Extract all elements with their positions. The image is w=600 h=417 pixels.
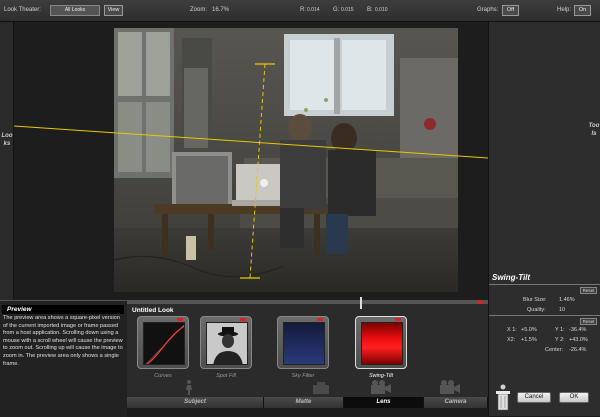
sky-filter-icon [283,322,325,365]
look-indicator [477,301,483,304]
x2-label: X2: [507,337,516,343]
quality-value[interactable]: 10 [559,307,565,313]
look-builder: Untitled Look Curves Spot Fill Sky Filte… [127,297,488,417]
tool-thumb-curves[interactable] [137,316,189,369]
g-label: G: [333,7,340,13]
y2-value[interactable]: +43.0% [569,337,588,343]
divider [489,284,600,285]
b-label: B: [367,7,373,13]
view-button[interactable]: View [104,5,123,16]
tool-category-tabs: Subject Matte Lens Camera [127,397,488,408]
tool-parameters-panel: Tools Swing-Tilt Reset Blur Size: 1.46% … [488,22,600,416]
look-title[interactable]: Untitled Look [132,307,174,314]
quality-label: Quality: [527,307,546,313]
y1-label: Y 1: [555,327,565,333]
center-label: Center: [545,347,564,353]
tool-active-dot [240,318,246,321]
r-value: 0.014 [307,7,320,13]
tool-thumb-sky-filter[interactable] [277,316,329,369]
help-text: The preview area shows a square-pixel ve… [3,315,123,367]
tool-thumb-spot-fill[interactable] [200,316,252,369]
timeline-marker[interactable] [360,297,362,309]
y1-value[interactable]: -36.4% [569,327,586,333]
graphs-toggle[interactable]: Off [502,5,519,16]
preview-area[interactable] [14,22,488,300]
tool-label: Sky Filter [291,373,315,379]
help-label: Help: [557,7,572,13]
subject-icon [186,380,192,395]
tool-active-dot [177,318,183,321]
r-label: R: [300,7,306,13]
help-title: Preview [2,305,124,314]
tool-active-dot [395,318,401,321]
reset-blur-button[interactable]: Reset [580,287,597,294]
help-panel: Preview The preview area shows a square-… [0,300,127,417]
zoom-value: 16.7% [212,7,230,13]
help-toggle[interactable]: On [574,5,591,16]
tab-camera[interactable]: Camera [424,397,488,408]
reset-position-button[interactable]: Reset [580,318,597,325]
x1-label: X 1: [507,327,517,333]
lens-icon [371,380,391,394]
camera-icon [440,380,460,394]
swing-tilt-overlay[interactable] [14,22,488,300]
looks-rail-label: Looks [1,133,13,147]
top-toolbar: Look Theater: All Looks View Zoom: 16.7%… [0,0,600,22]
blur-size-value[interactable]: 1.46% [559,297,575,303]
x2-value[interactable]: +1.5% [521,337,537,343]
looks-drawer-handle[interactable]: Looks [0,22,14,300]
tools-drawer-handle[interactable]: Tools [588,22,600,272]
look-theater-label: Look Theater: [4,7,41,13]
blur-size-label: Blur Size: [523,297,547,303]
tools-rail-label: Tools [588,123,600,137]
swing-tilt-icon [361,322,403,365]
g-value: 0.015 [341,7,354,13]
spot-fill-icon [213,327,243,364]
look-theater-select[interactable]: All Looks [50,5,100,16]
zoom-label: Zoom: [190,7,208,13]
tool-active-dot [317,318,323,321]
curves-icon [145,324,184,364]
tab-footer [127,408,488,417]
tool-title: Swing-Tilt [492,273,531,282]
tab-lens[interactable]: Lens [344,397,424,408]
trash-can-icon[interactable] [495,384,511,412]
cancel-button[interactable]: Cancel [517,392,551,403]
tool-label: Spot Fill [216,373,236,379]
center-value[interactable]: -26.4% [569,347,586,353]
graphs-label: Graphs: [477,7,499,13]
divider [489,315,600,316]
look-builder-top-edge [127,301,488,304]
ok-button[interactable]: OK [559,392,589,403]
x1-value[interactable]: +5.0% [521,327,537,333]
tab-matte[interactable]: Matte [264,397,344,408]
matte-icon [313,382,329,394]
tab-subject[interactable]: Subject [127,397,264,408]
b-value: 0.010 [375,7,388,13]
tool-thumb-swing-tilt[interactable] [355,316,407,369]
y2-label: Y 2: [555,337,565,343]
